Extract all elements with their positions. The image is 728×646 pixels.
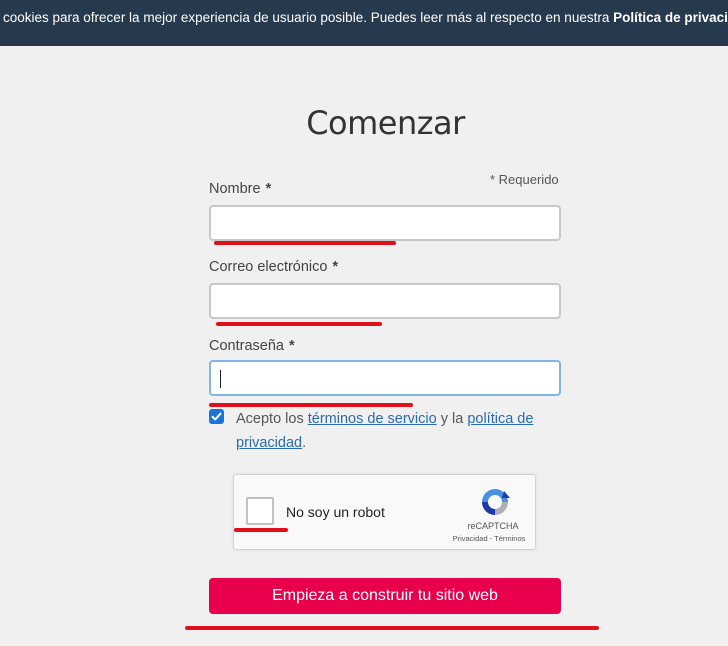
required-star: * — [332, 259, 339, 275]
cookie-banner-text: cookies para ofrecer la mejor experienci… — [3, 10, 614, 25]
name-input[interactable] — [209, 205, 561, 241]
text-caret — [220, 370, 221, 388]
terms-checkbox[interactable] — [209, 409, 224, 424]
recaptcha-checkbox[interactable] — [246, 497, 274, 525]
required-star: * — [265, 181, 272, 197]
required-note: * Requerido — [490, 172, 559, 187]
annotation-underline-email — [216, 322, 382, 326]
recaptcha-brand: reCAPTCHA — [467, 521, 519, 531]
password-input[interactable] — [209, 360, 561, 396]
password-label-text: Contraseña — [209, 338, 284, 354]
submit-button[interactable]: Empieza a construir tu sitio web — [209, 578, 561, 614]
page-title: Comenzar — [306, 104, 465, 142]
required-star: * — [288, 338, 295, 354]
terms-middle: y la — [436, 411, 468, 427]
recaptcha-widget: No soy un robot reCAPTCHA Privacidad - T… — [233, 474, 536, 550]
terms-text: Acepto los términos de servicio y la pol… — [236, 407, 561, 455]
terms-prefix: Acepto los — [236, 411, 308, 427]
privacy-policy-link[interactable]: Política de privacidad — [613, 10, 728, 25]
recaptcha-logo-icon — [482, 489, 510, 515]
annotation-underline-submit — [185, 626, 599, 630]
cookie-banner: cookies para ofrecer la mejor experienci… — [0, 0, 728, 46]
terms-suffix: . — [302, 435, 307, 451]
email-input[interactable] — [209, 283, 561, 319]
name-label-text: Nombre — [209, 181, 261, 197]
email-label-text: Correo electrónico — [209, 259, 328, 275]
annotation-underline-recaptcha — [234, 528, 288, 532]
name-label: Nombre * — [209, 181, 271, 197]
recaptcha-links[interactable]: Privacidad - Términos — [442, 534, 536, 543]
terms-of-service-link[interactable]: términos de servicio — [308, 411, 437, 427]
email-label: Correo electrónico * — [209, 259, 338, 275]
password-label: Contraseña * — [209, 338, 295, 354]
checkmark-icon — [211, 412, 222, 421]
annotation-underline-name — [214, 241, 396, 245]
recaptcha-label: No soy un robot — [286, 504, 385, 520]
